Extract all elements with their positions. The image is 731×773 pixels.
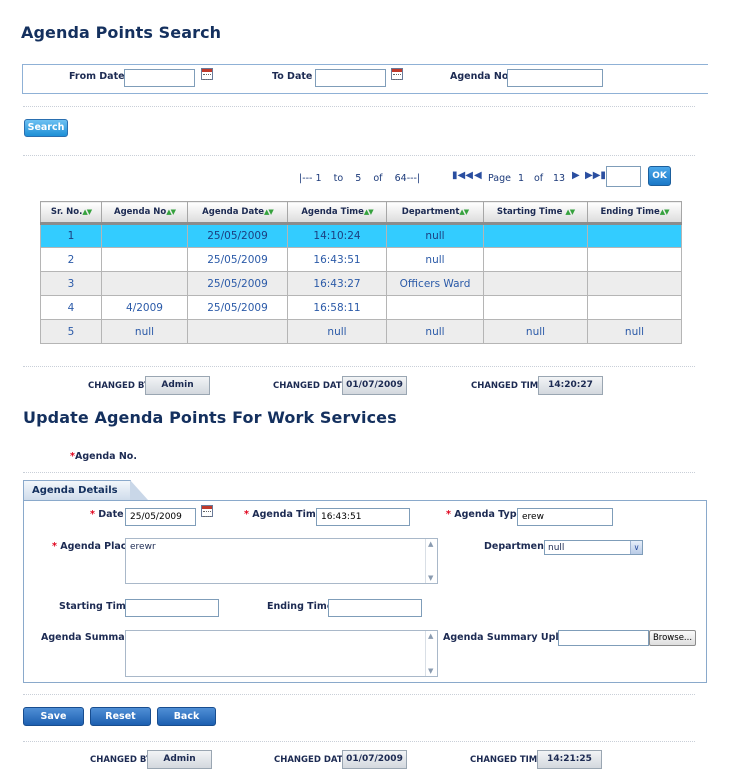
changed-date-label: CHANGED DATE xyxy=(273,381,348,391)
divider xyxy=(23,472,695,473)
column-header-starting-time[interactable]: Starting Time ▲▼ xyxy=(483,201,588,225)
tab-decoration xyxy=(130,480,148,500)
to-date-input[interactable] xyxy=(315,69,386,87)
ending-time-input[interactable] xyxy=(328,599,422,617)
save-button[interactable]: Save xyxy=(23,707,84,726)
table-row[interactable]: 1 25/05/2009 14:10:24 null xyxy=(40,223,682,248)
changed-date-value: 01/07/2009 xyxy=(342,376,407,395)
table-row[interactable]: 5 null null null null null xyxy=(40,319,682,344)
changed-time-label: CHANGED TIME xyxy=(470,755,544,765)
reset-button[interactable]: Reset xyxy=(90,707,151,726)
divider xyxy=(23,106,695,107)
agenda-no-input[interactable] xyxy=(507,69,603,87)
current-page: 1 xyxy=(518,173,525,184)
date-input[interactable] xyxy=(125,508,196,526)
department-label: Department xyxy=(484,541,549,552)
from-date-input[interactable] xyxy=(124,69,195,87)
page-title-update: Update Agenda Points For Work Services xyxy=(23,408,397,427)
agenda-table: Sr. No.▲▼ Agenda No▲▼ Agenda Date▲▼ Agen… xyxy=(40,201,682,344)
table-row[interactable]: 2 25/05/2009 16:43:51 null xyxy=(40,247,682,272)
agenda-summary-label: Agenda Summary xyxy=(41,632,136,643)
goto-page-input[interactable] xyxy=(606,166,641,187)
summary-upload-path[interactable] xyxy=(558,630,649,646)
calendar-icon[interactable] xyxy=(391,68,403,80)
changed-by-label: CHANGED BY xyxy=(88,381,151,391)
divider xyxy=(23,741,695,742)
column-header-agenda-date[interactable]: Agenda Date▲▼ xyxy=(187,201,288,225)
agenda-no-label: Agenda No. xyxy=(450,71,512,82)
scroll-down-icon[interactable]: ▼ xyxy=(428,667,433,675)
agenda-type-label: * Agenda Type xyxy=(446,509,523,520)
agenda-place-textarea[interactable]: erewr ▲ ▼ xyxy=(125,538,438,584)
sort-arrows-icon[interactable]: ▲▼ xyxy=(82,208,92,216)
agenda-type-input[interactable] xyxy=(517,508,613,526)
total-pages: 13 xyxy=(553,173,566,184)
starting-time-input[interactable] xyxy=(125,599,219,617)
column-header-agenda-no[interactable]: Agenda No▲▼ xyxy=(101,201,188,225)
column-header-sr-no[interactable]: Sr. No.▲▼ xyxy=(40,201,102,225)
sort-arrows-icon[interactable]: ▲▼ xyxy=(660,208,670,216)
changed-time-value: 14:20:27 xyxy=(538,376,603,395)
changed-time-label: CHANGED TIME xyxy=(471,381,545,391)
agenda-summary-textarea[interactable]: ▲ ▼ xyxy=(125,630,438,677)
agenda-time-label: * Agenda Time xyxy=(244,509,323,520)
of-label: of xyxy=(534,173,544,184)
scrollbar[interactable]: ▲ ▼ xyxy=(425,539,437,583)
record-range-text: |--- 1 to 5 of 64---| xyxy=(299,173,421,184)
prev-page-icon[interactable]: ◀ xyxy=(474,170,482,181)
table-row[interactable]: 3 25/05/2009 16:43:27 Officers Ward xyxy=(40,271,682,296)
column-header-agenda-time[interactable]: Agenda Time▲▼ xyxy=(287,201,387,225)
changed-by-value: Admin xyxy=(145,376,210,395)
changed-by-label: CHANGED BY xyxy=(90,755,153,765)
search-button[interactable]: Search xyxy=(24,119,68,137)
column-header-department[interactable]: Department▲▼ xyxy=(386,201,484,225)
to-date-label: To Date xyxy=(272,71,313,82)
page-label: Page xyxy=(488,173,511,184)
sort-arrows-icon[interactable]: ▲▼ xyxy=(565,208,575,216)
changed-by-value: Admin xyxy=(147,750,212,769)
scroll-up-icon[interactable]: ▲ xyxy=(428,632,433,640)
divider xyxy=(23,155,695,156)
last-page-icon[interactable]: ▶▶▮ xyxy=(585,170,606,181)
sort-arrows-icon[interactable]: ▲▼ xyxy=(166,208,176,216)
scroll-down-icon[interactable]: ▼ xyxy=(428,574,433,582)
agenda-place-label: * Agenda Place xyxy=(52,541,133,552)
scrollbar[interactable]: ▲ ▼ xyxy=(425,631,437,676)
divider xyxy=(23,694,695,695)
ok-button[interactable]: OK xyxy=(648,166,671,186)
agenda-details-panel: * Date * Agenda Time * Agenda Type * Age… xyxy=(23,500,707,683)
sort-arrows-icon[interactable]: ▲▼ xyxy=(264,208,274,216)
department-select[interactable]: null ∨ xyxy=(544,540,643,555)
table-row[interactable]: 4 4/2009 25/05/2009 16:58:11 xyxy=(40,295,682,320)
divider xyxy=(23,366,695,367)
back-button[interactable]: Back xyxy=(157,707,216,726)
sort-arrows-icon[interactable]: ▲▼ xyxy=(459,208,469,216)
column-header-ending-time[interactable]: Ending Time▲▼ xyxy=(587,201,682,225)
agenda-time-input[interactable] xyxy=(316,508,410,526)
search-criteria-bar: From Date To Date Agenda No. xyxy=(22,64,708,94)
next-page-icon[interactable]: ▶ xyxy=(572,170,580,181)
from-date-label: From Date xyxy=(69,71,125,82)
changed-date-label: CHANGED DATE xyxy=(274,755,349,765)
starting-time-label: Starting Time xyxy=(59,601,133,612)
changed-time-value: 14:21:25 xyxy=(537,750,602,769)
agenda-no-field-label: *Agenda No. xyxy=(70,451,137,462)
changed-date-value: 01/07/2009 xyxy=(342,750,407,769)
scroll-up-icon[interactable]: ▲ xyxy=(428,540,433,548)
browse-button[interactable]: Browse... xyxy=(649,630,696,646)
tab-agenda-details[interactable]: Agenda Details xyxy=(23,480,131,500)
ending-time-label: Ending Time xyxy=(267,601,334,612)
page-title-search: Agenda Points Search xyxy=(21,23,222,42)
table-header-row: Sr. No.▲▼ Agenda No▲▼ Agenda Date▲▼ Agen… xyxy=(40,201,682,225)
sort-arrows-icon[interactable]: ▲▼ xyxy=(364,208,374,216)
first-page-icon[interactable]: ▮◀◀ xyxy=(452,170,473,181)
calendar-icon[interactable] xyxy=(201,505,213,517)
date-label: * Date xyxy=(90,509,124,520)
chevron-down-icon[interactable]: ∨ xyxy=(630,541,642,554)
calendar-icon[interactable] xyxy=(201,68,213,80)
